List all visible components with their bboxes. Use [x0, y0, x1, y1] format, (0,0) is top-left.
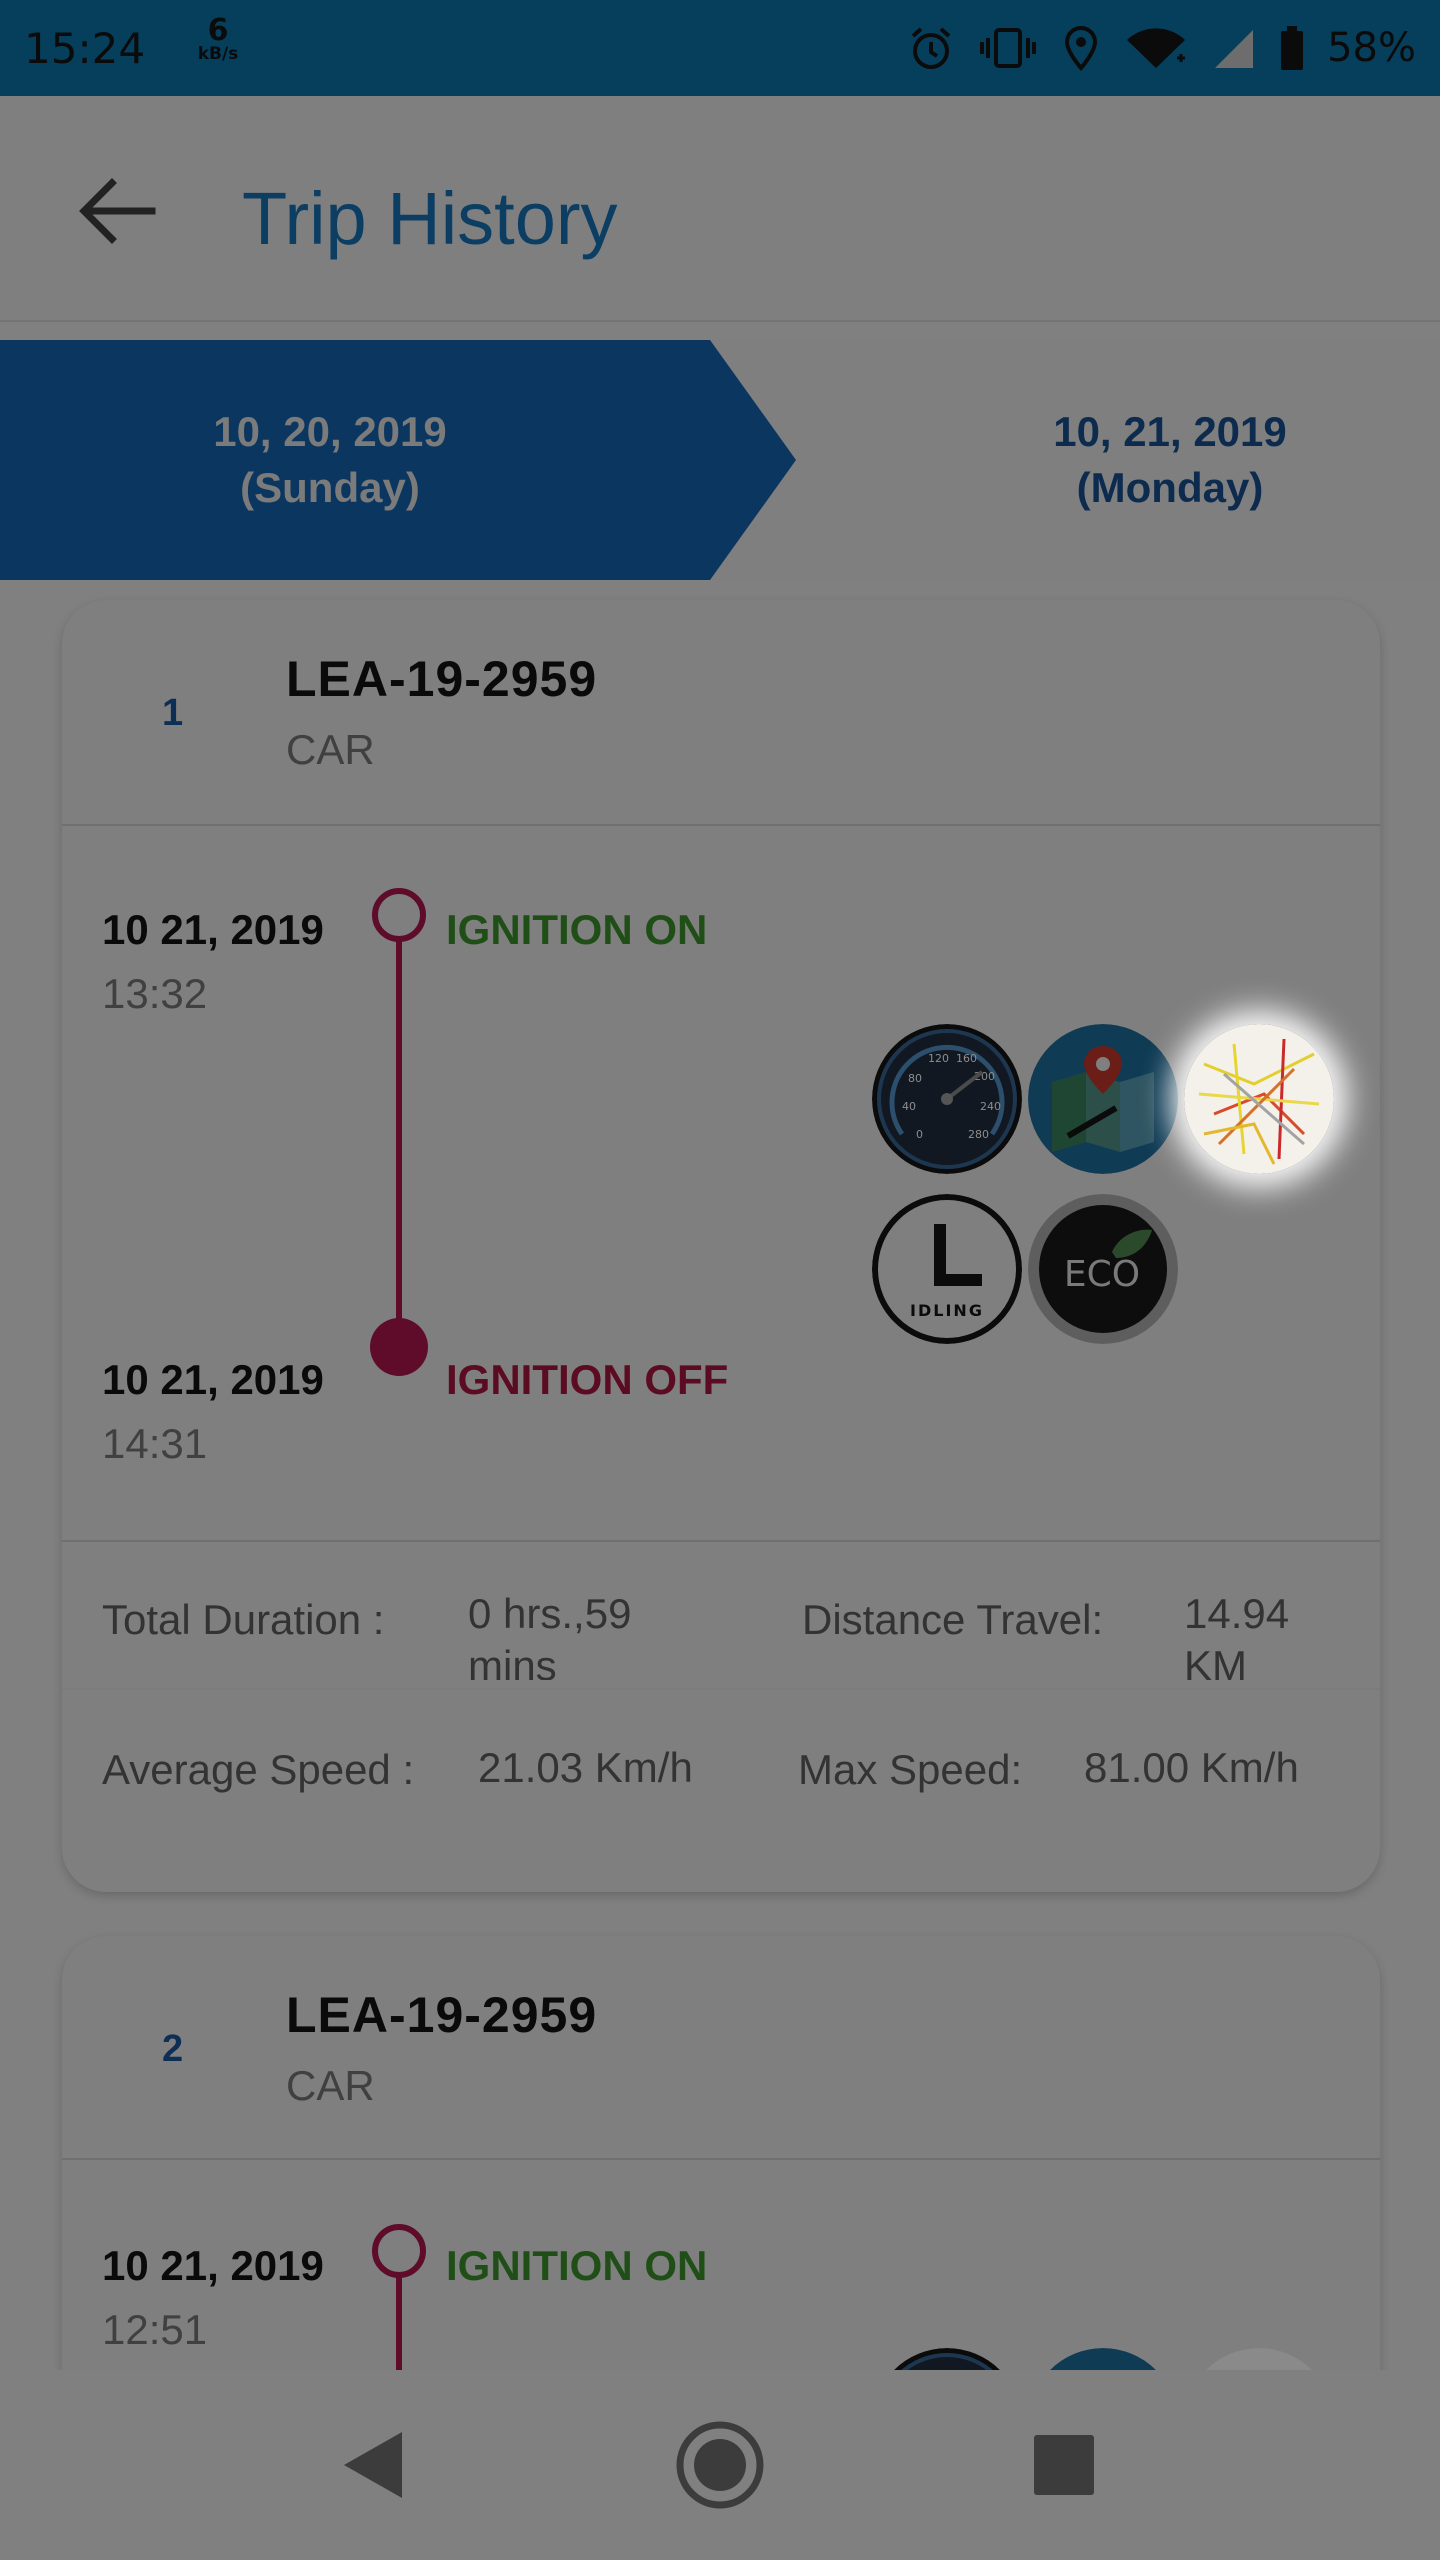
- location-icon: [1065, 26, 1098, 72]
- network-speed-unit: kB/s: [197, 44, 239, 64]
- date-selector: 10, 20, 2019 (Sunday) 10, 21, 2019 (Mond…: [0, 340, 1440, 580]
- navigation-bar: [0, 2370, 1440, 2560]
- start-time: 13:32: [102, 970, 208, 1017]
- max-speed-value: 81.00 Km/h: [1084, 1744, 1299, 1791]
- distance-value: 14.94 KM: [1184, 1588, 1289, 1692]
- status-icons: 58%: [907, 18, 1416, 78]
- card-divider: [62, 2158, 1380, 2160]
- ignition-off-label: IGNITION OFF: [446, 1356, 729, 1403]
- svg-text:80: 80: [908, 1072, 922, 1085]
- duration-value: 0 hrs.,59 mins: [468, 1588, 631, 1692]
- timeline-line: [396, 916, 402, 1336]
- date-tab-selected-label: 10, 20, 2019 (Sunday): [0, 404, 660, 516]
- card-divider: [62, 824, 1380, 826]
- trip-card[interactable]: 1 LEA-19-2959 CAR 10 21, 2019 13:32 IGNI…: [62, 600, 1380, 1892]
- vibrate-icon: [980, 28, 1037, 68]
- home-icon[interactable]: [620, 2370, 820, 2560]
- end-time: 14:31: [102, 1420, 208, 1467]
- svg-text:240: 240: [980, 1100, 1001, 1113]
- duration-value-line1: 0 hrs.,59: [468, 1590, 632, 1637]
- page-title: Trip History: [242, 177, 618, 260]
- trip-index: 2: [162, 2028, 184, 2070]
- svg-text:0: 0: [916, 1128, 923, 1141]
- speedometer-icon[interactable]: 0 40 80 120 160 200 240 280: [872, 1024, 1022, 1174]
- timeline-start-marker: [372, 2224, 426, 2278]
- vehicle-plate: LEA-19-2959: [286, 651, 598, 707]
- trip-index: 1: [162, 692, 184, 734]
- stats-divider: [62, 1688, 1380, 1690]
- battery-percentage: 58%: [1327, 25, 1416, 71]
- svg-text:40: 40: [902, 1100, 916, 1113]
- status-time: 15:24: [24, 24, 146, 73]
- signal-icon: [1215, 30, 1254, 68]
- distance-label: Distance Travel:: [802, 1596, 1104, 1643]
- network-speed: 6 kB/s: [188, 16, 248, 63]
- start-date: 10 21, 2019: [102, 906, 324, 953]
- back-icon[interactable]: [274, 2370, 474, 2560]
- selected-day: (Sunday): [240, 464, 420, 511]
- network-speed-value: 6: [207, 13, 229, 48]
- next-day: (Monday): [1076, 464, 1264, 511]
- eco-text: ECO: [1064, 1254, 1140, 1295]
- card-divider: [62, 1540, 1380, 1542]
- next-date-group: 10, 21, 2019 (Monday): [860, 404, 1440, 516]
- selected-date: 10, 20, 2019: [213, 408, 447, 455]
- wifi-icon: [1127, 28, 1186, 68]
- recents-icon[interactable]: [964, 2370, 1164, 2560]
- max-speed-label: Max Speed:: [798, 1746, 1023, 1793]
- idling-icon[interactable]: IDLING: [872, 1194, 1022, 1344]
- arrow-left-icon[interactable]: [72, 166, 162, 256]
- svg-text:280: 280: [968, 1128, 989, 1141]
- timeline-end-marker: [370, 1318, 428, 1376]
- start-time: 12:51: [102, 2306, 208, 2353]
- svg-text:120: 120: [928, 1052, 949, 1065]
- stats-cover: [62, 1680, 1380, 1688]
- ignition-on-label: IGNITION ON: [446, 2242, 708, 2289]
- eco-icon[interactable]: ECO: [1028, 1194, 1178, 1344]
- battery-icon: [1281, 26, 1304, 70]
- next-date: 10, 21, 2019: [1053, 408, 1287, 455]
- timeline-start-marker: [372, 888, 426, 942]
- heatmap-icon[interactable]: [1184, 1024, 1334, 1174]
- avg-speed-label: Average Speed :: [102, 1746, 415, 1793]
- status-bar: 15:24 6 kB/s 58%: [0, 0, 1440, 96]
- duration-label: Total Duration :: [102, 1596, 385, 1643]
- start-date: 10 21, 2019: [102, 2242, 324, 2289]
- avg-speed-value: 21.03 Km/h: [478, 1744, 693, 1791]
- distance-value-line1: 14.94: [1184, 1590, 1290, 1637]
- idling-text: IDLING: [910, 1301, 984, 1320]
- vehicle-type: CAR: [286, 726, 375, 773]
- map-route-icon[interactable]: [1028, 1024, 1178, 1174]
- end-date: 10 21, 2019: [102, 1356, 324, 1403]
- svg-text:160: 160: [956, 1052, 977, 1065]
- vehicle-plate: LEA-19-2959: [286, 1987, 598, 2043]
- vehicle-type: CAR: [286, 2062, 375, 2109]
- app-bar: Trip History: [0, 96, 1440, 322]
- alarm-icon: [911, 27, 951, 69]
- ignition-on-label: IGNITION ON: [446, 906, 708, 953]
